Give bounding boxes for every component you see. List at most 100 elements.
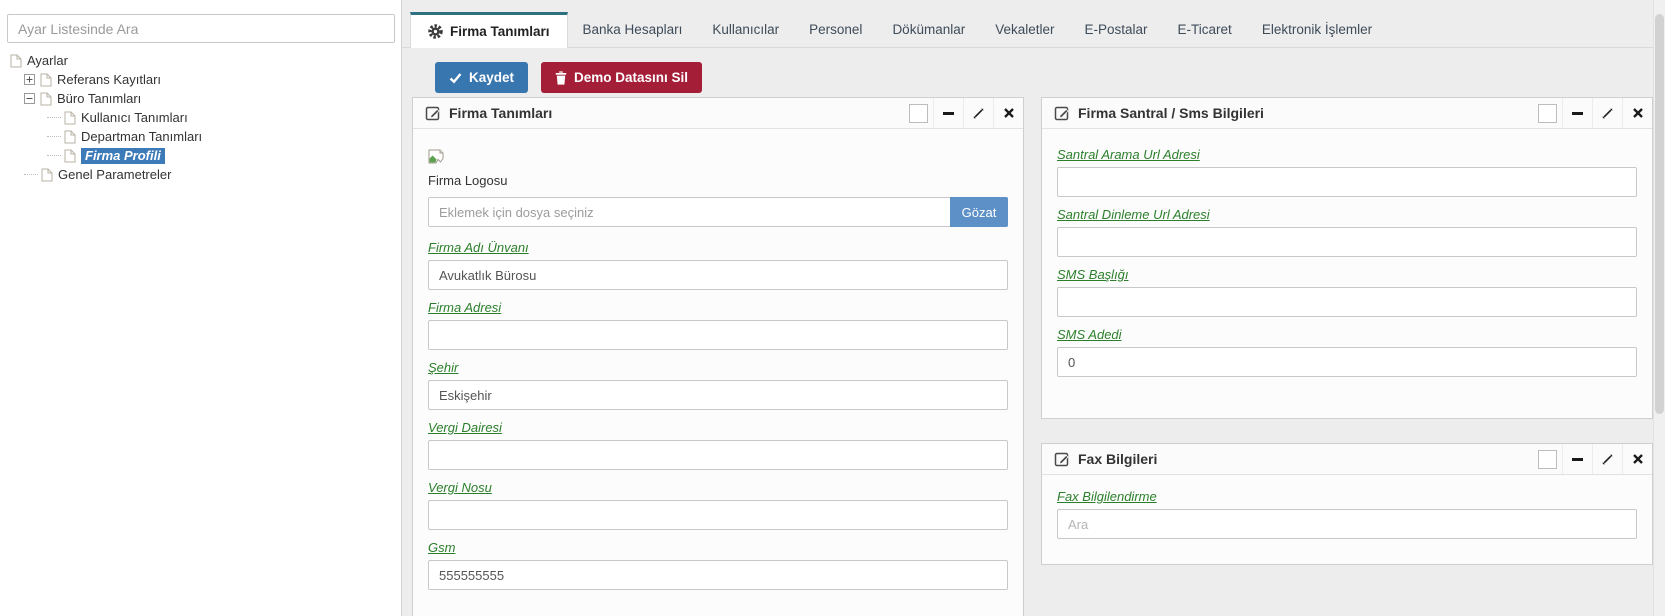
save-button-label: Kaydet — [469, 70, 514, 85]
expand-plus-icon[interactable] — [24, 74, 35, 85]
tree-item-label: Büro Tanımları — [57, 91, 141, 106]
field-input-firma-adi-unvani[interactable] — [428, 260, 1008, 290]
field-label-gsm[interactable]: Gsm — [428, 540, 455, 555]
edit-icon — [1054, 105, 1070, 121]
tree-item-kullanici-tanimlari[interactable]: Kullanıcı Tanımları — [0, 108, 401, 127]
tab-firma-tanimlari[interactable]: Firma Tanımları — [410, 12, 568, 48]
app-window: Ayarlar Referans Kayıtları Büro Tanımlar… — [0, 0, 1665, 616]
field-label-vergi-dairesi[interactable]: Vergi Dairesi — [428, 420, 502, 435]
field-label-sms-basligi[interactable]: SMS Başlığı — [1057, 267, 1129, 282]
file-icon — [64, 130, 76, 144]
tree-item-buro-tanimlari[interactable]: Büro Tanımları — [0, 89, 401, 108]
settings-tree: Ayarlar Referans Kayıtları Büro Tanımlar… — [0, 51, 401, 184]
logo-file-input[interactable] — [428, 197, 1008, 227]
form-group: Şehir — [428, 360, 1008, 410]
field-input-fax-bilgilendirme[interactable] — [1057, 509, 1637, 539]
tab-eticaret[interactable]: E-Ticaret — [1163, 13, 1247, 47]
panel-firma-tanimlari: Firma Tanımları Firma Logosu Gözat Firma… — [412, 97, 1024, 616]
minus-icon — [1572, 458, 1583, 461]
settings-sidebar: Ayarlar Referans Kayıtları Büro Tanımlar… — [0, 0, 402, 616]
field-input-santral-arama-url[interactable] — [1057, 167, 1637, 197]
tree-connector — [47, 136, 61, 137]
expand-arrows-icon — [1601, 453, 1614, 466]
field-input-vergi-dairesi[interactable] — [428, 440, 1008, 470]
field-label-sms-adedi[interactable]: SMS Adedi — [1057, 327, 1122, 342]
collapse-button[interactable] — [1562, 98, 1592, 128]
panel-select-checkbox[interactable] — [909, 104, 928, 123]
delete-demo-data-button[interactable]: Demo Datasını Sil — [541, 62, 702, 93]
expand-button[interactable] — [963, 98, 993, 128]
expand-arrows-icon — [972, 107, 985, 120]
search-input[interactable] — [7, 14, 395, 43]
tree-item-departman-tanimlari[interactable]: Departman Tanımları — [0, 127, 401, 146]
close-icon — [1633, 454, 1643, 464]
tree-connector — [47, 155, 61, 156]
field-label-firma-adresi[interactable]: Firma Adresi — [428, 300, 501, 315]
tree-item-label: Departman Tanımları — [81, 129, 202, 144]
field-input-gsm[interactable] — [428, 560, 1008, 590]
field-input-sms-basligi[interactable] — [1057, 287, 1637, 317]
field-label-santral-arama-url[interactable]: Santral Arama Url Adresi — [1057, 147, 1200, 162]
file-icon — [64, 111, 76, 125]
tree-connector — [47, 117, 61, 118]
tab-banka-hesaplari[interactable]: Banka Hesapları — [568, 13, 698, 47]
expand-button[interactable] — [1592, 444, 1622, 474]
panel-controls — [909, 98, 1023, 128]
tree-item-genel-parametreler[interactable]: Genel Parametreler — [0, 165, 401, 184]
close-icon — [1633, 108, 1643, 118]
tab-personel[interactable]: Personel — [794, 13, 877, 47]
file-icon — [40, 73, 52, 87]
panel-controls — [1538, 444, 1652, 474]
save-button[interactable]: Kaydet — [435, 62, 528, 93]
tab-elektronik-islemler[interactable]: Elektronik İşlemler — [1247, 13, 1387, 47]
logo-label: Firma Logosu — [428, 173, 1008, 188]
scrollbar-thumb[interactable] — [1655, 14, 1664, 414]
field-label-firma-adi-unvani[interactable]: Firma Adı Ünvanı — [428, 240, 529, 255]
field-label-santral-dinleme-url[interactable]: Santral Dinleme Url Adresi — [1057, 207, 1210, 222]
panel-select-checkbox[interactable] — [1538, 104, 1557, 123]
tree-item-label: Genel Parametreler — [58, 167, 171, 182]
form-group: Gsm — [428, 540, 1008, 590]
panel-title: Firma Santral / Sms Bilgileri — [1078, 105, 1538, 121]
field-label-sehir[interactable]: Şehir — [428, 360, 458, 375]
close-button[interactable] — [1622, 98, 1652, 128]
tree-item-firma-profili[interactable]: Firma Profili — [0, 146, 401, 165]
gear-icon — [428, 24, 443, 39]
collapse-button[interactable] — [933, 98, 963, 128]
field-label-fax-bilgilendirme[interactable]: Fax Bilgilendirme — [1057, 489, 1157, 504]
field-label-vergi-nosu[interactable]: Vergi Nosu — [428, 480, 492, 495]
collapse-minus-icon[interactable] — [24, 93, 35, 104]
tree-item-referans-kayitlari[interactable]: Referans Kayıtları — [0, 70, 401, 89]
browse-button[interactable]: Gözat — [950, 197, 1008, 227]
close-button[interactable] — [993, 98, 1023, 128]
tab-kullanicilar[interactable]: Kullanıcılar — [697, 13, 794, 47]
tree-item-ayarlar[interactable]: Ayarlar — [0, 51, 401, 70]
field-input-sms-adedi[interactable] — [1057, 347, 1637, 377]
panel-select-checkbox[interactable] — [1538, 450, 1557, 469]
form-group: Vergi Dairesi — [428, 420, 1008, 470]
tab-vekaletler[interactable]: Vekaletler — [980, 13, 1069, 47]
tree-connector — [24, 174, 38, 175]
collapse-button[interactable] — [1562, 444, 1592, 474]
panel-body: Santral Arama Url Adresi Santral Dinleme… — [1042, 129, 1652, 401]
field-input-santral-dinleme-url[interactable] — [1057, 227, 1637, 257]
delete-demo-data-label: Demo Datasını Sil — [574, 70, 688, 85]
close-button[interactable] — [1622, 444, 1652, 474]
expand-button[interactable] — [1592, 98, 1622, 128]
tab-dokumanlar[interactable]: Dökümanlar — [877, 13, 980, 47]
form-group: Santral Arama Url Adresi — [1057, 147, 1637, 197]
field-input-sehir[interactable] — [428, 380, 1008, 410]
field-input-firma-adresi[interactable] — [428, 320, 1008, 350]
field-input-vergi-nosu[interactable] — [428, 500, 1008, 530]
tree-item-label-selected: Firma Profili — [81, 148, 165, 164]
file-icon — [64, 149, 76, 163]
tab-epostalar[interactable]: E-Postalar — [1070, 13, 1163, 47]
tree-item-label: Kullanıcı Tanımları — [81, 110, 188, 125]
vertical-scrollbar[interactable] — [1653, 0, 1665, 616]
form-group: Vergi Nosu — [428, 480, 1008, 530]
panel-title: Fax Bilgileri — [1078, 451, 1538, 467]
form-group: Firma Adresi — [428, 300, 1008, 350]
trash-icon — [555, 71, 567, 85]
panel-header: Firma Santral / Sms Bilgileri — [1042, 98, 1652, 129]
file-icon — [40, 92, 52, 106]
